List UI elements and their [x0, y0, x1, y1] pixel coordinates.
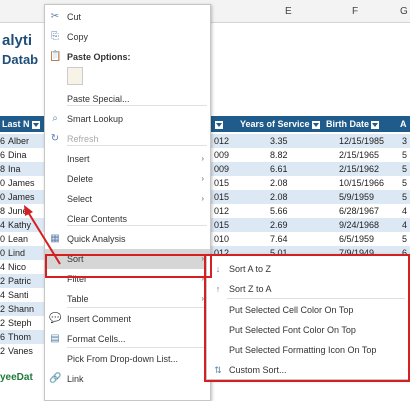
- annotation-arrow: [24, 205, 61, 265]
